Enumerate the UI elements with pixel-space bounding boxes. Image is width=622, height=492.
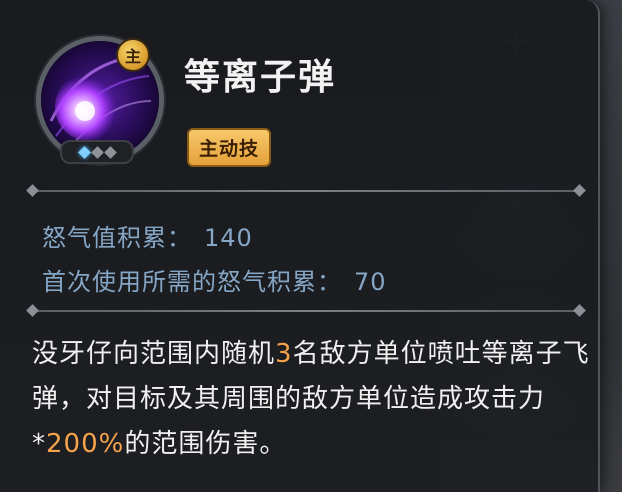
skill-type-tag: 主动技 — [187, 128, 272, 167]
skill-description: 没牙仔向范围内随机3名敌方单位喷吐等离子飞弹，对目标及其周围的敌方单位造成攻击力… — [32, 332, 592, 467]
main-skill-badge: 主 — [116, 38, 150, 72]
first-use-rage-value: 70 — [354, 268, 387, 296]
divider — [32, 190, 580, 192]
level-diamond-icon — [103, 145, 117, 159]
first-use-rage-stat: 首次使用所需的怒气积累： 70 — [42, 262, 387, 297]
skill-detail-panel: 主 等离子弹 主动技 怒气值积累： 140 首次使用所需的怒气积累： 70 没牙仔向… — [0, 0, 600, 492]
skill-level-indicator — [60, 140, 134, 164]
damage-percent: 200% — [46, 429, 125, 459]
rage-accumulation-value: 140 — [204, 224, 253, 252]
first-use-rage-label: 首次使用所需的怒气积累： — [42, 268, 342, 296]
skill-title: 等离子弹 — [184, 57, 337, 98]
rage-accumulation-label: 怒气值积累： — [42, 224, 192, 252]
rage-accumulation-stat: 怒气值积累： 140 — [42, 218, 253, 253]
description-text: 的范围伤害。 — [124, 429, 287, 459]
description-text: 没牙仔向范围内随机 — [32, 339, 276, 369]
divider — [32, 310, 580, 312]
level-diamond-icon — [90, 145, 104, 159]
target-count: 3 — [275, 339, 293, 369]
level-diamond-icon — [77, 145, 91, 159]
